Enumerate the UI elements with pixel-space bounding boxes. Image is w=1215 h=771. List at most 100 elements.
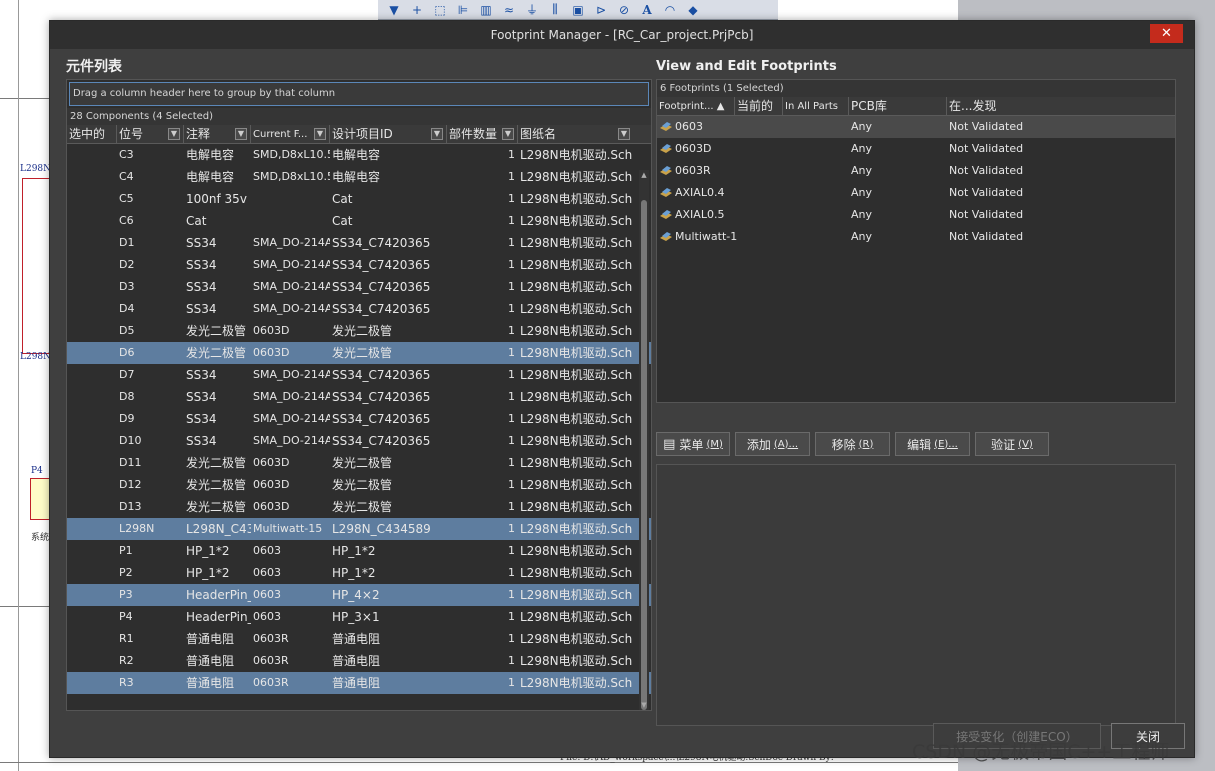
cell-footprint: 0603R xyxy=(253,654,289,667)
footprint-row[interactable]: Multiwatt-1 Any Not Validated xyxy=(657,226,1175,248)
filter-icon[interactable]: ▼ xyxy=(314,128,326,140)
filter-icon[interactable]: ▼ xyxy=(618,128,630,140)
table-row[interactable]: D4 SS34 SMA_DO-214A(SS34_C7420365 1 L298N电机驱… xyxy=(67,298,651,320)
align-icon[interactable]: ⊫ xyxy=(455,3,471,17)
table-row[interactable]: D6 发光二极管 0603D 发光二极管 1 L298N电机驱动.SchD xyxy=(67,342,651,364)
column-header-current-footprint[interactable]: Current F... ▼ xyxy=(251,125,330,144)
table-row[interactable]: R2 普通电阻 0603R 普通电阻 1 L298N电机驱动.SchD xyxy=(67,650,651,672)
edit-button[interactable]: 编辑 (E)... xyxy=(895,432,970,456)
bus-icon[interactable]: ⫼ xyxy=(547,2,563,17)
filter-icon[interactable]: ▼ xyxy=(431,128,443,140)
table-row[interactable]: P3 HeaderPin_40603 HP_4×2 1 L298N电机驱动.SchD xyxy=(67,584,651,606)
cell-comment: 普通电阻 xyxy=(186,676,235,690)
table-row[interactable]: C4电解电容SMD,D8xL10.5n电解电容1L298N电机驱动.SchD xyxy=(67,166,651,188)
validate-button[interactable]: 验证 (V) xyxy=(975,432,1049,456)
scroll-down-icon[interactable]: ▼ xyxy=(639,700,649,710)
table-row[interactable]: P1 HP_1*2 0603 HP_1*2 1 L298N电机驱动.SchD xyxy=(67,540,651,562)
port-icon[interactable]: ⊳ xyxy=(593,3,609,17)
footprint-row[interactable]: 0603 Any Not Validated xyxy=(657,116,1175,138)
table-row[interactable]: D10 SS34 SMA_DO-214A(SS34_C7420365 1 L298N电机… xyxy=(67,430,651,452)
table-row[interactable]: C6 Cat Cat 1 L298N电机驱动.SchD xyxy=(67,210,651,232)
cell-in-all-parts xyxy=(783,138,849,160)
filter-icon[interactable]: ▼ xyxy=(386,3,402,17)
table-row[interactable]: C5 100nf 35v Cat 1 L298N电机驱动.SchD xyxy=(67,188,651,210)
table-row[interactable]: C3电解电容SMD,D8xL10.5n电解电容1L298N电机驱动.SchD xyxy=(67,144,651,166)
cross-icon[interactable]: + xyxy=(409,3,425,17)
column-header-selected[interactable]: 选中的 xyxy=(67,125,117,144)
column-header-design-item-id[interactable]: 设计项目ID ▼ xyxy=(330,125,447,144)
scrollbar-thumb[interactable] xyxy=(641,200,647,710)
column-header-current[interactable]: 当前的 xyxy=(735,97,783,116)
cell-selected xyxy=(67,518,117,540)
arc-icon[interactable]: ◠ xyxy=(662,3,678,17)
cell-ref: R3 xyxy=(119,676,134,689)
cell-sheet: L298N电机驱动.SchD xyxy=(520,346,633,360)
cell-parts: 1 xyxy=(508,676,515,689)
table-row[interactable]: P4 HeaderPin_30603 HP_3×1 1 L298N电机驱动.SchD xyxy=(67,606,651,628)
menu-button[interactable]: ▤ 菜单 (M) xyxy=(656,432,730,456)
table-row[interactable]: D1 SS34 SMA_DO-214A(SS34_C7420365 1 L298N电机驱… xyxy=(67,232,651,254)
column-header-sheet-name[interactable]: 图纸名 ▼ xyxy=(518,125,633,144)
cell-footprint: SMA_DO-214A( xyxy=(253,258,330,271)
table-row[interactable]: L298N L298N_C4345Multiwatt-15 L298N_C43458… xyxy=(67,518,651,540)
cell-design-id: HP_1*2 xyxy=(332,544,376,558)
column-header-footprint[interactable]: Footprint... ▲ xyxy=(657,97,735,116)
cell-design-id: Cat xyxy=(332,214,353,228)
ground-icon[interactable]: ⏚ xyxy=(524,3,540,17)
text-icon[interactable]: A xyxy=(639,3,655,17)
cell-sheet: L298N电机驱动.SchD xyxy=(520,324,633,338)
remove-button[interactable]: 移除 (R) xyxy=(815,432,890,456)
table-row[interactable]: R1 普通电阻 0603R 普通电阻 1 L298N电机驱动.SchD xyxy=(67,628,651,650)
table-row[interactable]: D2 SS34 SMA_DO-214A(SS34_C7420365 1 L298N电机驱… xyxy=(67,254,651,276)
no-erc-icon[interactable]: ⊘ xyxy=(616,3,632,17)
footprint-row[interactable]: 0603D Any Not Validated xyxy=(657,138,1175,160)
column-header-part-count[interactable]: 部件数量 ▼ xyxy=(447,125,518,144)
wire-icon[interactable]: ≈ xyxy=(501,3,517,17)
dialog-titlebar[interactable]: Footprint Manager - [RC_Car_project.PrjP… xyxy=(50,21,1194,49)
column-header-designator[interactable]: 位号 ▼ xyxy=(117,125,184,144)
junction-icon[interactable]: ◆ xyxy=(685,3,701,17)
footprint-row[interactable]: AXIAL0.5 Any Not Validated xyxy=(657,204,1175,226)
table-row[interactable]: R3 普通电阻 0603R 普通电阻 1 L298N电机驱动.SchD xyxy=(67,672,651,694)
cell-comment: 发光二极管 xyxy=(186,324,247,338)
table-row[interactable]: D13 发光二极管 0603D 发光二极管 1 L298N电机驱动.SchD xyxy=(67,496,651,518)
table-row[interactable]: D5 发光二极管 0603D 发光二极管 1 L298N电机驱动.SchD xyxy=(67,320,651,342)
cell-comment: SS34 xyxy=(186,368,217,382)
schematic-label: P4 xyxy=(31,466,43,476)
cell-selected xyxy=(67,386,117,408)
cell-footprint: 0603 xyxy=(253,610,281,623)
footprint-row[interactable]: AXIAL0.4 Any Not Validated xyxy=(657,182,1175,204)
close-icon[interactable]: ✕ xyxy=(1150,24,1183,43)
cell-selected xyxy=(67,188,117,210)
table-row[interactable]: D11 发光二极管 0603D 发光二极管 1 L298N电机驱动.SchD xyxy=(67,452,651,474)
filter-icon[interactable]: ▼ xyxy=(168,128,180,140)
column-header-in-all-parts[interactable]: In All Parts xyxy=(783,97,849,116)
group-by-drop-area[interactable]: Drag a column header here to group by th… xyxy=(69,82,649,106)
cell-footprint: 0603R xyxy=(253,632,289,645)
footprint-row[interactable]: 0603R Any Not Validated xyxy=(657,160,1175,182)
select-rect-icon[interactable]: ⬚ xyxy=(432,3,448,17)
table-row[interactable]: D12 发光二极管 0603D 发光二极管 1 L298N电机驱动.SchD xyxy=(67,474,651,496)
footprint-icon xyxy=(660,188,672,197)
table-row[interactable]: D9 SS34 SMA_DO-214A(SS34_C7420365 1 L298N电机驱… xyxy=(67,408,651,430)
footprint-panel: View and Edit Footprints 6 Footprints (1… xyxy=(656,55,1180,726)
scroll-up-icon[interactable]: ▲ xyxy=(639,170,649,180)
table-row[interactable]: P2 HP_1*2 0603 HP_1*2 1 L298N电机驱动.SchD xyxy=(67,562,651,584)
component-icon[interactable]: ▥ xyxy=(478,3,494,17)
add-button[interactable]: 添加 (A)... xyxy=(735,432,810,456)
cell-footprint: 0603D xyxy=(253,500,290,513)
footprint-count: 6 Footprints (1 Selected) xyxy=(657,80,1175,97)
filter-icon[interactable]: ▼ xyxy=(235,128,247,140)
cell-selected xyxy=(67,650,117,672)
table-row[interactable]: D7 SS34 SMA_DO-214A(SS34_C7420365 1 L298N电机驱… xyxy=(67,364,651,386)
filter-icon[interactable]: ▼ xyxy=(502,128,514,140)
column-header-found-in[interactable]: 在...发现 xyxy=(947,97,1175,116)
column-header-comment[interactable]: 注释 ▼ xyxy=(184,125,251,144)
sheet-symbol-icon[interactable]: ▣ xyxy=(570,3,586,17)
table-row[interactable]: D3 SS34 SMA_DO-214A(SS34_C7420365 1 L298N电机驱… xyxy=(67,276,651,298)
cell-ref: P1 xyxy=(119,544,133,557)
column-header-pcb-library[interactable]: PCB库 xyxy=(849,97,947,116)
table-row[interactable]: D8 SS34 SMA_DO-214A(SS34_C7420365 1 L298N电机驱… xyxy=(67,386,651,408)
cell-sheet: L298N电机驱动.SchD xyxy=(520,368,633,382)
component-list-scrollbar[interactable]: ▲ ▼ xyxy=(639,170,649,710)
